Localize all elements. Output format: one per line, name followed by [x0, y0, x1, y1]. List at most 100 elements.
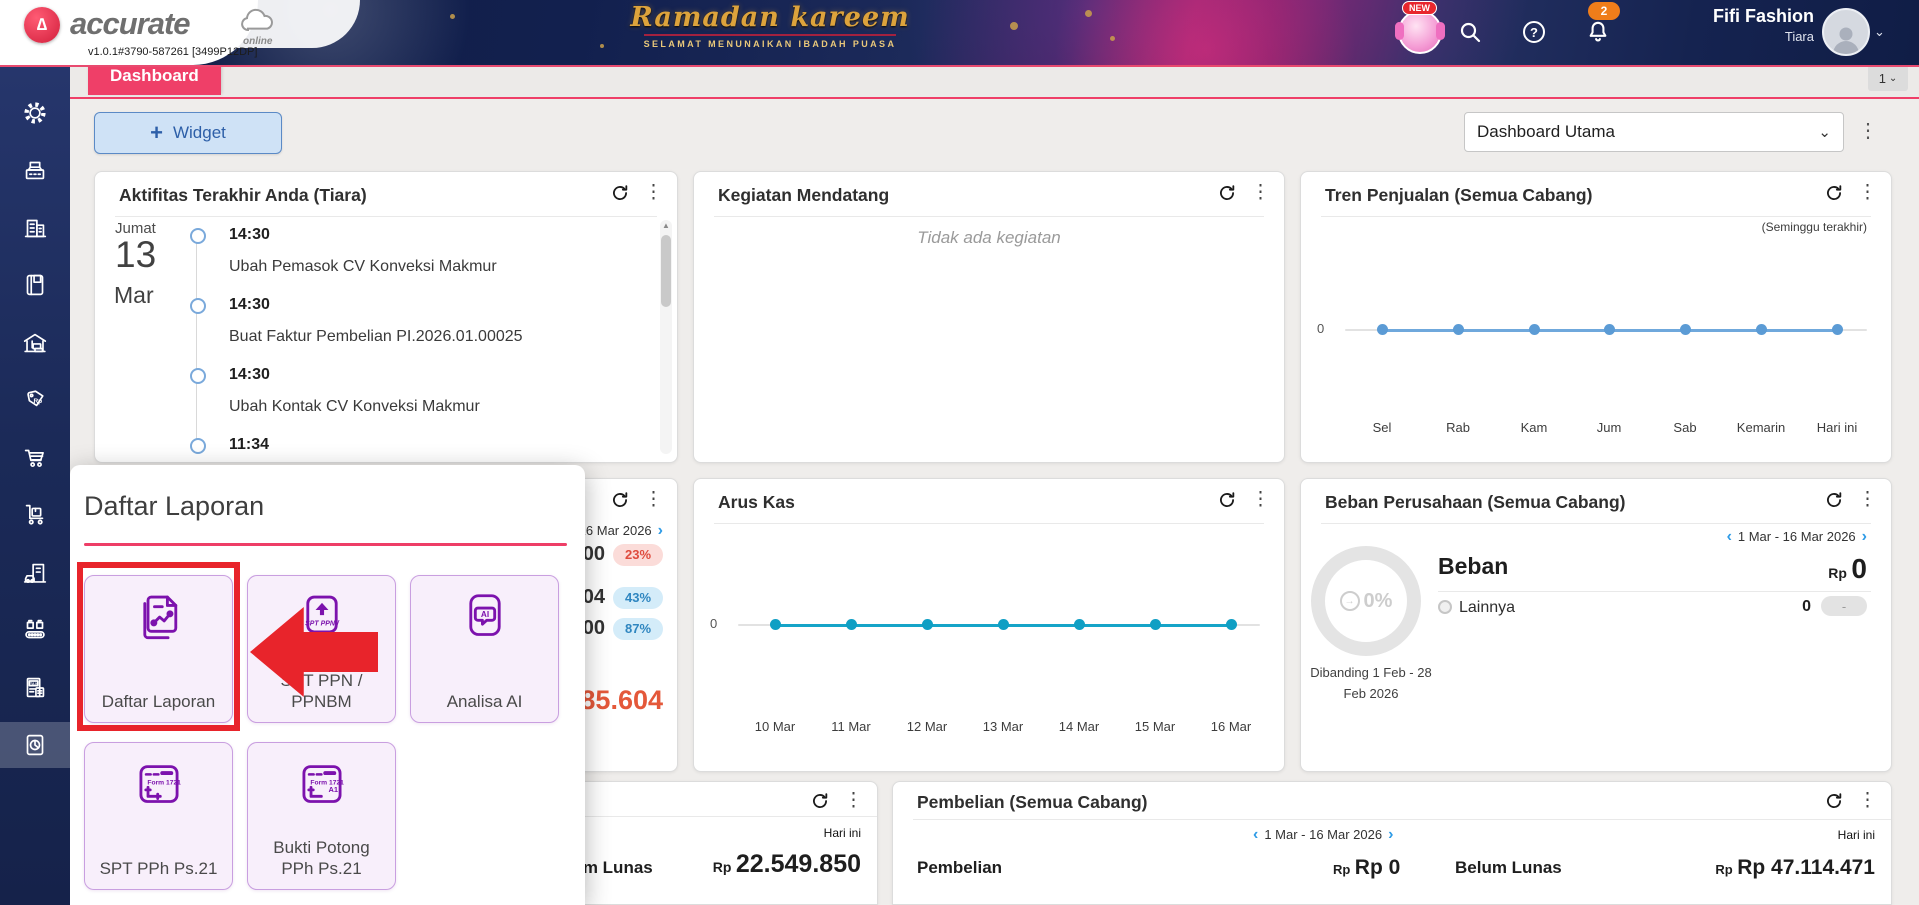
chart-point[interactable]	[1073, 619, 1085, 630]
refresh-icon[interactable]	[610, 183, 630, 203]
card-kegiatan-mendatang: Kegiatan Mendatang ⋮ Tidak ada kegiatan	[693, 171, 1285, 463]
timeline-dot	[190, 438, 206, 454]
card-title: Pembelian (Semua Cabang)	[917, 792, 1148, 812]
tile-bukti-potong-pph-ps21[interactable]: Form 1721 A1 Bukti Potong PPh Ps.21	[247, 742, 396, 890]
currency-label: Rp	[1333, 862, 1351, 877]
buildings-icon	[24, 219, 47, 238]
chevron-left-icon[interactable]: ‹	[1727, 528, 1732, 544]
sidebar-item-assets[interactable]	[0, 550, 70, 596]
chart-point[interactable]	[845, 619, 857, 630]
chart-point[interactable]	[1679, 324, 1691, 335]
chart-point[interactable]	[1755, 324, 1767, 335]
refresh-icon[interactable]	[1217, 490, 1237, 510]
kebab-icon[interactable]: ⋮	[1858, 791, 1877, 811]
chart-point[interactable]	[769, 619, 781, 630]
search-icon	[1460, 22, 1481, 43]
chart-point[interactable]	[1149, 619, 1161, 630]
activity-time: 14:30	[229, 226, 270, 243]
card-arus-kas: Arus Kas ⋮ 0 10 Mar 11 Mar 12 Mar 13 Mar…	[693, 478, 1285, 772]
timeline-dot	[190, 368, 206, 384]
sidebar-item-reports[interactable]	[0, 722, 70, 768]
user-menu-caret[interactable]: ⌄	[1874, 24, 1885, 40]
sidebar-item-journal[interactable]	[0, 262, 70, 308]
add-widget-label: Widget	[172, 123, 226, 142]
sidebar-item-tax[interactable]: TAX	[0, 665, 70, 711]
kebab-icon[interactable]: ⋮	[1858, 490, 1877, 510]
settings-gear-icon	[24, 102, 46, 124]
kebab-icon[interactable]: ⋮	[844, 791, 863, 811]
x-axis-label: 13 Mar	[982, 719, 1024, 734]
mascot-avatar[interactable]	[1395, 10, 1445, 54]
dashboard-selector[interactable]: Dashboard Utama ⌄	[1464, 112, 1844, 152]
divider	[115, 216, 657, 217]
chart-point[interactable]	[1831, 324, 1843, 335]
add-widget-button[interactable]: + Widget	[94, 112, 282, 154]
x-axis-label: Rab	[1446, 420, 1470, 435]
tile-label: SPT PPN / PPNBM	[248, 670, 395, 713]
sidebar-item-cash-register[interactable]	[0, 147, 70, 193]
chevron-down-icon: ⌄	[1888, 72, 1898, 84]
beban-section-label: Beban	[1438, 553, 1509, 579]
sidebar-item-settings[interactable]	[0, 90, 70, 136]
refresh-icon[interactable]	[1824, 183, 1844, 203]
activity-time: 14:30	[229, 366, 270, 383]
kebab-icon[interactable]: ⋮	[1251, 183, 1270, 203]
scrollbar[interactable]: ▲	[660, 220, 672, 454]
chart-point[interactable]	[1452, 324, 1464, 335]
refresh-icon[interactable]	[1824, 490, 1844, 510]
lantern-dot	[1110, 36, 1115, 41]
sidebar-item-company[interactable]	[0, 205, 70, 251]
search-button[interactable]	[1452, 14, 1488, 50]
accurate-logo-icon[interactable]: ∆	[24, 7, 60, 43]
page-selector[interactable]: 1 ⌄	[1868, 65, 1908, 91]
refresh-icon[interactable]	[810, 791, 830, 811]
accurate-online-app: ∆ accurate online v1.0.1#3790-587261 [34…	[0, 0, 1919, 905]
chart-point[interactable]	[1376, 324, 1388, 335]
sidebar-item-inventory[interactable]	[0, 492, 70, 538]
person-icon	[1833, 27, 1859, 54]
kebab-icon[interactable]: ⋮	[644, 183, 663, 203]
metric-row: 300 87%	[572, 617, 663, 640]
user-avatar[interactable]	[1822, 8, 1870, 56]
kebab-icon[interactable]: ⋮	[644, 490, 663, 510]
sidebar-item-warehouse[interactable]	[0, 320, 70, 366]
chart-point[interactable]	[1225, 619, 1237, 630]
kebab-icon[interactable]: ⋮	[1251, 490, 1270, 510]
banner-subtitle: SELAMAT MENUNAIKAN IBADAH PUASA	[643, 34, 897, 49]
dashboard-options-kebab[interactable]: ⋮	[1858, 118, 1878, 143]
legend-dot	[1438, 600, 1452, 614]
refresh-icon[interactable]	[610, 490, 630, 510]
chart-point[interactable]	[997, 619, 1009, 630]
analisa-ai-icon: AI	[468, 594, 501, 636]
card-aktifitas-terakhir: Aktifitas Terakhir Anda (Tiara) ⋮ Jumat …	[94, 171, 678, 463]
refresh-icon[interactable]	[1217, 183, 1237, 203]
chart-point[interactable]	[1528, 324, 1540, 335]
kebab-icon[interactable]: ⋮	[1858, 183, 1877, 203]
chevron-right-icon[interactable]: ›	[1862, 528, 1867, 544]
tile-analisa-ai[interactable]: AI Analisa AI	[410, 575, 559, 723]
sidebar-item-purchases[interactable]	[0, 435, 70, 481]
user-info: Fifi Fashion Tiara	[1713, 6, 1814, 44]
banner-title: Ramadan kareem	[630, 2, 910, 33]
refresh-icon[interactable]	[1824, 791, 1844, 811]
x-axis-label: 12 Mar	[906, 719, 948, 734]
sidebar-item-pricing[interactable]: Rp	[0, 377, 70, 423]
tile-label: Bukti Potong PPh Ps.21	[248, 837, 395, 880]
chevron-right-icon[interactable]: ›	[1388, 826, 1393, 842]
help-button[interactable]: ?	[1516, 14, 1552, 50]
tab-bar: Dashboard 1 ⌄	[70, 57, 1919, 99]
trend-badge: -	[1821, 596, 1867, 616]
chart-point[interactable]	[1603, 324, 1615, 335]
y-axis-zero: 0	[710, 616, 718, 631]
chevron-left-icon[interactable]: ‹	[1253, 826, 1258, 842]
chart-point[interactable]	[921, 619, 933, 630]
compare-line2: Feb 2026	[1343, 685, 1399, 701]
row-label: Belum Lunas	[1455, 858, 1562, 877]
chevron-right-icon[interactable]: ›	[658, 522, 663, 538]
sidebar-item-manufacture[interactable]	[0, 607, 70, 653]
scroll-up-arrow[interactable]: ▲	[660, 221, 672, 230]
scrollbar-thumb[interactable]	[661, 235, 671, 307]
card-title: Aktifitas Terakhir Anda (Tiara)	[119, 185, 367, 205]
tile-spt-pph-ps21[interactable]: Form 1721 SPT PPh Ps.21	[84, 742, 233, 890]
beban-amount: Rp 0	[1828, 553, 1867, 585]
